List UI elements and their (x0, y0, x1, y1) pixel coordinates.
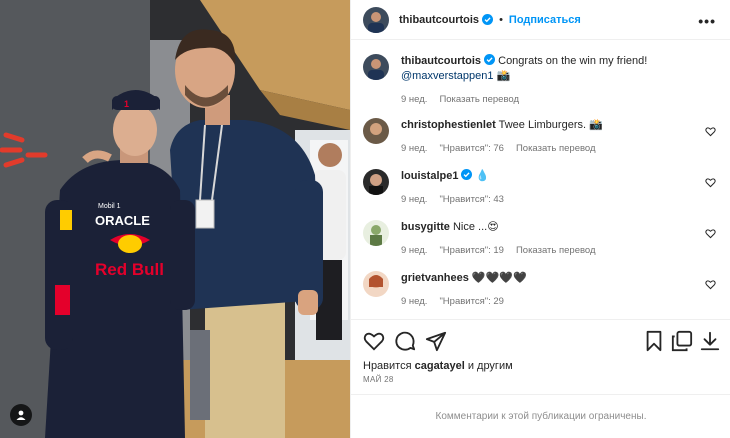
header-username[interactable]: thibautcourtois (399, 14, 479, 26)
suit-oracle-text: ORACLE (95, 213, 150, 228)
comment-text: Twee Limburgers. 📸 (495, 119, 603, 131)
header-separator: • (499, 13, 503, 26)
comment-username[interactable]: grietvanhees (401, 272, 469, 284)
avatar[interactable] (363, 271, 389, 297)
post-actions: Нравится cagatayel и другим МАЙ 28 (351, 319, 730, 384)
heart-icon[interactable] (705, 177, 716, 188)
svg-text:1: 1 (124, 99, 129, 109)
verified-icon (461, 169, 473, 180)
heart-icon[interactable] (363, 330, 385, 352)
comments-list: thibautcourtois Congrats on the win my f… (351, 40, 730, 322)
comment-time[interactable]: 9 нед. (401, 296, 427, 307)
more-icon[interactable]: ••• (698, 13, 716, 29)
instagram-post-viewer: ORACLE Red Bull Mobil 1 1 thibautcourtoi… (0, 0, 730, 438)
tag-user-icon[interactable] (10, 404, 32, 426)
caption-row: thibautcourtois Congrats on the win my f… (363, 54, 718, 118)
translate-link[interactable]: Показать перевод (516, 245, 596, 256)
caption-mention[interactable]: @maxverstappen1 (401, 70, 494, 82)
post-date[interactable]: МАЙ 28 (363, 375, 719, 384)
caption-time[interactable]: 9 нед. (401, 94, 427, 105)
avatar[interactable] (363, 220, 389, 246)
likes-prefix: Нравится (363, 360, 415, 372)
copy-icon[interactable] (671, 330, 693, 352)
comment-likes[interactable]: "Нравится": 19 (439, 245, 504, 256)
comment-row: busygitte Nice ...😍 9 нед. "Нравится": 19… (363, 220, 718, 271)
comment-likes[interactable]: "Нравится": 29 (439, 296, 504, 307)
comment-time[interactable]: 9 нед. (401, 245, 427, 256)
comments-limited-notice: Комментарии к этой публикации ограничены… (351, 394, 730, 438)
avatar[interactable] (363, 6, 389, 33)
post-side-panel: thibautcourtois • Подписаться ••• thibau… (350, 0, 730, 438)
avatar[interactable] (363, 118, 389, 144)
avatar[interactable] (363, 169, 389, 195)
bookmark-icon[interactable] (643, 330, 665, 352)
likes-suffix: и другим (464, 360, 513, 372)
avatar[interactable] (363, 54, 389, 80)
follow-button[interactable]: Подписаться (509, 14, 581, 26)
post-header: thibautcourtois • Подписаться ••• (351, 0, 730, 40)
comment-text: 💧 (472, 170, 490, 182)
suit-redbull-text: Red Bull (95, 260, 164, 279)
comment-text: 🖤🖤🖤🖤 (468, 272, 527, 284)
translate-link[interactable]: Показать перевод (439, 94, 519, 105)
likes-user[interactable]: cagatayel (415, 360, 465, 372)
likes-summary[interactable]: Нравится cagatayel и другим (363, 360, 719, 372)
comment-time[interactable]: 9 нед. (401, 194, 427, 205)
comment-text: Nice ...😍 (449, 221, 499, 233)
comment-username[interactable]: christophestienlet (401, 119, 496, 131)
verified-icon (482, 14, 494, 25)
comment-row: christophestienlet Twee Limburgers. 📸 9 … (363, 118, 718, 169)
caption-username[interactable]: thibautcourtois (401, 55, 481, 67)
verified-icon (484, 54, 496, 65)
post-photo[interactable]: ORACLE Red Bull Mobil 1 1 (0, 0, 350, 438)
heart-icon[interactable] (705, 228, 716, 239)
comment-likes[interactable]: "Нравится": 43 (439, 194, 504, 205)
comment-likes[interactable]: "Нравится": 76 (439, 143, 504, 154)
comment-row: grietvanhees 🖤🖤🖤🖤 9 нед. "Нравится": 29 (363, 271, 718, 322)
heart-icon[interactable] (705, 126, 716, 137)
heart-icon[interactable] (705, 279, 716, 290)
suit-mobil-text: Mobil 1 (98, 203, 121, 210)
translate-link[interactable]: Показать перевод (516, 143, 596, 154)
download-icon[interactable] (699, 330, 721, 352)
comment-time[interactable]: 9 нед. (401, 143, 427, 154)
share-icon[interactable] (425, 330, 447, 352)
caption-text: Congrats on the win my friend! (495, 55, 648, 67)
comment-username[interactable]: busygitte (401, 221, 450, 233)
photo-illustration: ORACLE Red Bull Mobil 1 1 (0, 0, 350, 438)
comment-row: louistalpe1 💧 9 нед. "Нравится": 43 (363, 169, 718, 220)
comment-icon[interactable] (394, 330, 416, 352)
comment-username[interactable]: louistalpe1 (401, 170, 458, 182)
